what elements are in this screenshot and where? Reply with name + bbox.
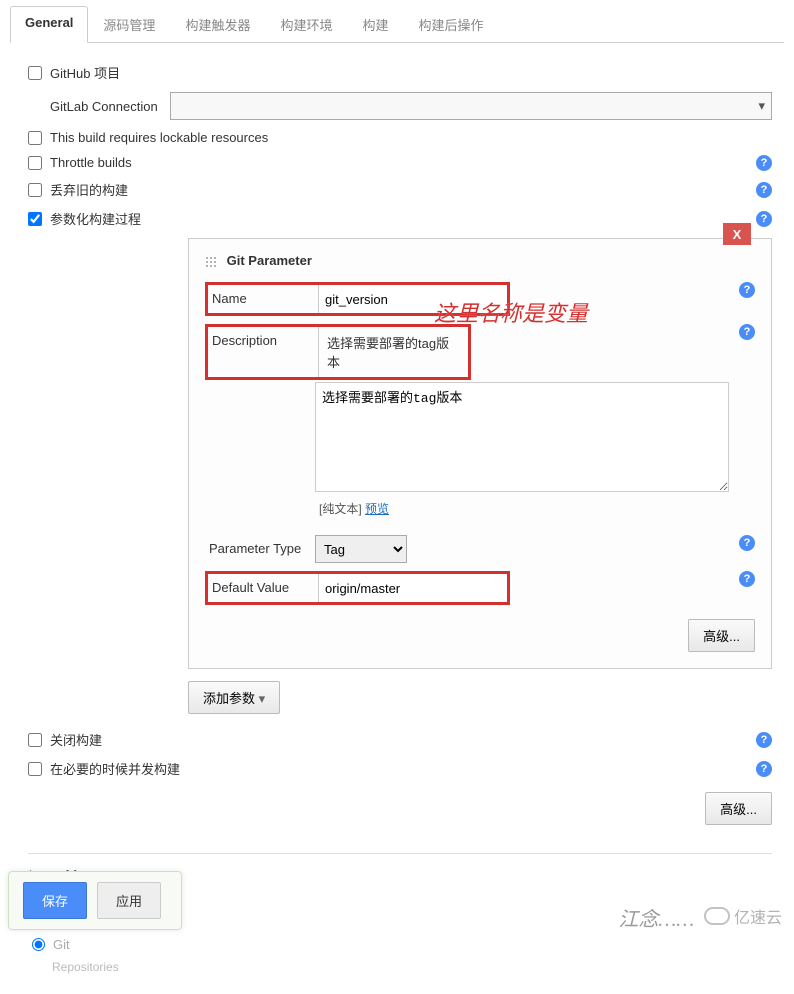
- tab-env[interactable]: 构建环境: [265, 6, 347, 43]
- lockable-label: This build requires lockable resources: [50, 130, 268, 145]
- divider: [28, 853, 772, 854]
- description-preview-snippet: 选择需要部署的tag版本: [318, 327, 468, 377]
- default-value-label: Default Value: [208, 574, 318, 602]
- advanced-button[interactable]: 高级...: [688, 619, 755, 652]
- delete-parameter-button[interactable]: X: [723, 223, 751, 245]
- gitlab-connection-label: GitLab Connection: [50, 99, 170, 114]
- github-project-checkbox[interactable]: [28, 66, 42, 80]
- drag-handle-icon[interactable]: [205, 256, 217, 268]
- name-field-row: Name ?: [205, 282, 755, 316]
- param-advanced-row: 高级...: [205, 619, 755, 652]
- parameter-type-row: Parameter Type Tag ?: [205, 535, 755, 563]
- disable-build-checkbox[interactable]: [28, 733, 42, 747]
- repositories-label: Repositories: [52, 960, 772, 974]
- help-icon[interactable]: ?: [739, 535, 755, 551]
- name-input[interactable]: [318, 285, 507, 313]
- plaintext-label: [纯文本]: [319, 502, 362, 516]
- watermark-logo: 亿速云: [704, 904, 782, 928]
- concurrent-label: 在必要的时候并发构建: [50, 759, 180, 778]
- help-icon[interactable]: ?: [739, 324, 755, 340]
- parameter-type-select[interactable]: Tag: [315, 535, 407, 563]
- save-button[interactable]: 保存: [23, 882, 87, 919]
- description-label: Description: [208, 327, 318, 377]
- throttle-checkbox[interactable]: [28, 156, 42, 170]
- tab-triggers[interactable]: 构建触发器: [170, 6, 265, 43]
- watermark-brand-text: 亿速云: [734, 904, 782, 928]
- help-icon[interactable]: ?: [739, 571, 755, 587]
- gitlab-connection-row: GitLab Connection: [28, 92, 772, 120]
- default-value-row: Default Value ?: [205, 571, 755, 605]
- parameterized-checkbox[interactable]: [28, 212, 42, 226]
- config-tabs: General 源码管理 构建触发器 构建环境 构建 构建后操作: [10, 2, 784, 43]
- discard-row: 丢弃旧的构建 ?: [28, 180, 772, 199]
- github-project-row: GitHub 项目: [28, 63, 772, 82]
- help-icon[interactable]: ?: [756, 732, 772, 748]
- name-label: Name: [208, 285, 318, 313]
- help-icon[interactable]: ?: [756, 761, 772, 777]
- discard-label: 丢弃旧的构建: [50, 180, 128, 199]
- concurrent-checkbox[interactable]: [28, 762, 42, 776]
- disable-build-label: 关闭构建: [50, 730, 102, 749]
- tab-scm[interactable]: 源码管理: [88, 6, 170, 43]
- help-icon[interactable]: ?: [756, 155, 772, 171]
- disable-build-row: 关闭构建 ?: [28, 730, 772, 749]
- git-parameter-box: X Git Parameter Name ? Description 选择需要部…: [188, 238, 772, 669]
- spacer: [205, 382, 315, 394]
- scm-git-radio[interactable]: [32, 938, 45, 951]
- throttle-label: Throttle builds: [50, 155, 132, 170]
- parameterized-label: 参数化构建过程: [50, 209, 141, 228]
- cloud-icon: [704, 907, 730, 925]
- watermark-signature: 江念……: [618, 903, 694, 932]
- tab-post[interactable]: 构建后操作: [403, 6, 498, 43]
- help-icon[interactable]: ?: [739, 282, 755, 298]
- description-hint: [纯文本] 预览: [319, 500, 755, 517]
- throttle-row: Throttle builds ?: [28, 155, 772, 170]
- advanced-button[interactable]: 高级...: [705, 792, 772, 825]
- description-textarea[interactable]: 选择需要部署的tag版本: [315, 382, 729, 492]
- description-textarea-row: 选择需要部署的tag版本: [205, 382, 755, 492]
- gitlab-connection-select[interactable]: [170, 92, 772, 120]
- parameterized-row: 参数化构建过程 ?: [28, 209, 772, 228]
- lockable-row: This build requires lockable resources: [28, 130, 772, 145]
- default-value-input[interactable]: [318, 574, 507, 602]
- general-advanced-row: 高级...: [28, 792, 772, 825]
- parameter-title: Git Parameter: [205, 253, 755, 268]
- add-parameter-row: 添加参数: [188, 681, 772, 714]
- help-icon[interactable]: ?: [756, 211, 772, 227]
- lockable-checkbox[interactable]: [28, 131, 42, 145]
- add-parameter-button[interactable]: 添加参数: [188, 681, 280, 714]
- scm-git-row: Git: [32, 937, 772, 952]
- parameter-type-label: Parameter Type: [205, 535, 315, 562]
- tab-build[interactable]: 构建: [347, 6, 403, 43]
- concurrent-row: 在必要的时候并发构建 ?: [28, 759, 772, 778]
- tab-general[interactable]: General: [10, 6, 88, 43]
- scm-git-label: Git: [53, 937, 70, 952]
- footer-action-bar: 保存 应用: [8, 871, 182, 930]
- github-project-label: GitHub 项目: [50, 63, 120, 82]
- apply-button[interactable]: 应用: [97, 882, 161, 919]
- help-icon[interactable]: ?: [756, 182, 772, 198]
- description-field-row: Description 选择需要部署的tag版本 ?: [205, 324, 755, 380]
- discard-checkbox[interactable]: [28, 183, 42, 197]
- parameter-section: X Git Parameter Name ? Description 选择需要部…: [188, 238, 772, 669]
- parameter-heading-text: Git Parameter: [227, 253, 312, 268]
- preview-link[interactable]: 预览: [365, 502, 389, 516]
